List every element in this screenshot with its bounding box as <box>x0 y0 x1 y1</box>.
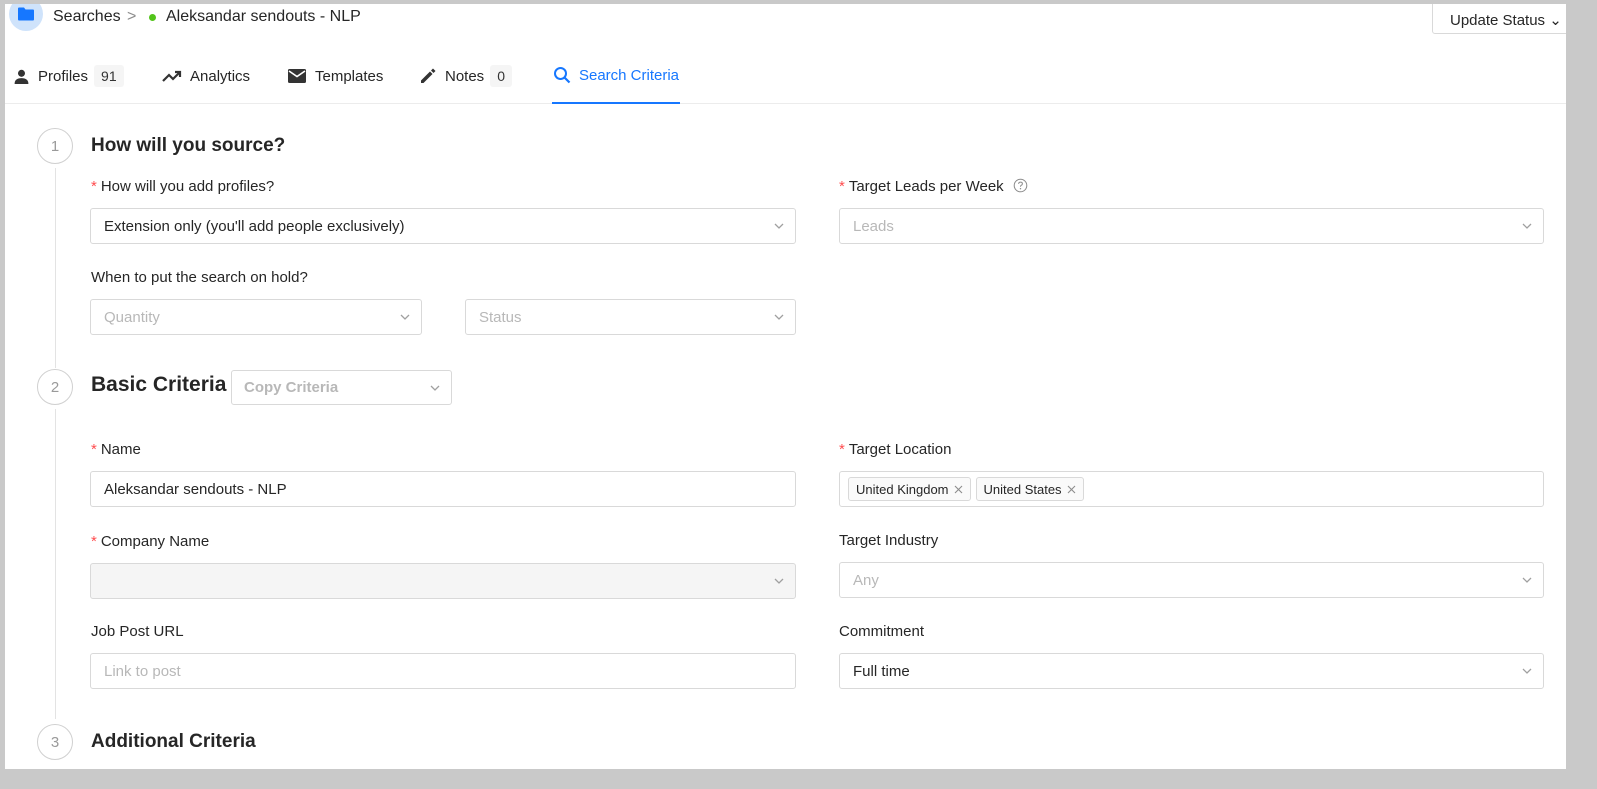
hold-label: When to put the search on hold? <box>91 269 308 286</box>
status-dot <box>149 14 156 21</box>
chevron-down-icon <box>429 382 441 394</box>
search-icon <box>553 66 571 84</box>
person-icon <box>13 68 30 85</box>
tab-analytics-label: Analytics <box>190 67 251 85</box>
tab-notes-count: 0 <box>490 65 512 87</box>
update-status-button[interactable]: Update Status ⌄ <box>1432 4 1566 34</box>
quantity-placeholder: Quantity <box>104 308 160 326</box>
commitment-select[interactable]: Full time <box>839 653 1544 689</box>
step-1-indicator: 1 <box>37 128 73 164</box>
page-header: Searches > Aleksandar sendouts - NLP Upd… <box>5 4 1566 48</box>
chevron-down-icon <box>1521 665 1533 677</box>
commitment-label: Commitment <box>839 623 925 640</box>
breadcrumb-searches-link[interactable]: Searches <box>53 8 121 26</box>
company-name-select[interactable] <box>90 563 796 599</box>
step-3-indicator: 3 <box>37 724 73 760</box>
breadcrumb-current: Aleksandar sendouts - NLP <box>166 8 361 25</box>
target-leads-label-text: Target Leads per Week <box>848 178 1004 195</box>
required-marker: * <box>91 178 97 195</box>
required-marker: * <box>839 441 845 458</box>
add-profiles-value: Extension only (you'll add people exclus… <box>104 217 405 235</box>
company-name-label-text: Company Name <box>100 533 210 550</box>
tab-search-criteria[interactable]: Search Criteria <box>552 48 680 104</box>
tab-templates-label: Templates <box>315 67 384 85</box>
add-profiles-select[interactable]: Extension only (you'll add people exclus… <box>90 208 796 244</box>
required-marker: * <box>91 533 97 550</box>
add-profiles-label: * How will you add profiles? <box>91 178 274 195</box>
update-status-label: Update Status <box>1450 12 1546 29</box>
tab-profiles-label: Profiles <box>38 67 89 85</box>
chevron-down-icon <box>773 575 785 587</box>
target-location-label-text: Target Location <box>848 441 952 458</box>
location-tag-label: United Kingdom <box>856 481 949 497</box>
breadcrumb-separator-icon: > <box>127 8 137 25</box>
company-name-label: * Company Name <box>91 533 209 550</box>
chevron-down-icon <box>1521 220 1533 232</box>
step-connector <box>55 168 56 368</box>
target-industry-label: Target Industry <box>839 532 939 549</box>
target-industry-placeholder: Any <box>853 571 879 589</box>
tab-bar: Profiles 91 Analytics Templates Notes 0 <box>5 48 1566 104</box>
tab-templates[interactable]: Templates <box>287 48 383 104</box>
required-marker: * <box>839 178 845 195</box>
name-input[interactable] <box>90 471 796 507</box>
name-label: * Name <box>91 441 141 458</box>
tab-notes-label: Notes <box>445 67 485 85</box>
close-icon[interactable] <box>954 485 963 494</box>
page: Searches > Aleksandar sendouts - NLP Upd… <box>5 4 1566 769</box>
chevron-down-icon <box>399 311 411 323</box>
step-connector <box>55 409 56 719</box>
chevron-down-icon <box>773 220 785 232</box>
tab-notes[interactable]: Notes 0 <box>419 48 512 104</box>
target-leads-select[interactable]: Leads <box>839 208 1544 244</box>
location-tag: United Kingdom <box>848 477 971 501</box>
trend-icon <box>162 69 182 83</box>
hold-status-select[interactable]: Status <box>465 299 796 335</box>
status-placeholder: Status <box>479 308 522 326</box>
tab-profiles-count: 91 <box>94 65 124 87</box>
tab-analytics[interactable]: Analytics <box>162 48 250 104</box>
location-tag-label: United States <box>983 481 1062 497</box>
name-label-text: Name <box>100 441 141 458</box>
target-industry-select[interactable]: Any <box>839 562 1544 598</box>
step-2-title: Basic Criteria <box>91 373 227 396</box>
tab-search-criteria-label: Search Criteria <box>578 66 680 84</box>
required-marker: * <box>91 441 97 458</box>
target-leads-placeholder: Leads <box>853 217 894 235</box>
step-2-indicator: 2 <box>37 369 73 405</box>
chevron-down-icon <box>1521 574 1533 586</box>
question-circle-icon[interactable] <box>1013 178 1028 193</box>
copy-criteria-select[interactable]: Copy Criteria <box>231 370 452 405</box>
target-leads-label: * Target Leads per Week <box>839 178 1028 195</box>
step-3-title: Additional Criteria <box>91 731 256 752</box>
target-location-select[interactable]: United Kingdom United States <box>839 471 1544 507</box>
pencil-icon <box>419 67 437 85</box>
copy-criteria-placeholder: Copy Criteria <box>244 379 339 396</box>
chevron-down-icon <box>773 311 785 323</box>
commitment-value: Full time <box>853 662 910 680</box>
step-1-title: How will you source? <box>91 135 286 156</box>
job-post-url-input[interactable] <box>90 653 796 689</box>
chevron-down-icon: ⌄ <box>1549 12 1562 29</box>
close-icon[interactable] <box>1067 485 1076 494</box>
target-location-label: * Target Location <box>839 441 951 458</box>
add-profiles-label-text: How will you add profiles? <box>100 178 275 195</box>
folder-icon <box>9 4 43 31</box>
mail-icon <box>287 68 307 84</box>
hold-quantity-select[interactable]: Quantity <box>90 299 422 335</box>
location-tag: United States <box>975 477 1084 501</box>
job-post-url-label: Job Post URL <box>91 623 184 640</box>
tab-profiles[interactable]: Profiles 91 <box>13 48 124 104</box>
